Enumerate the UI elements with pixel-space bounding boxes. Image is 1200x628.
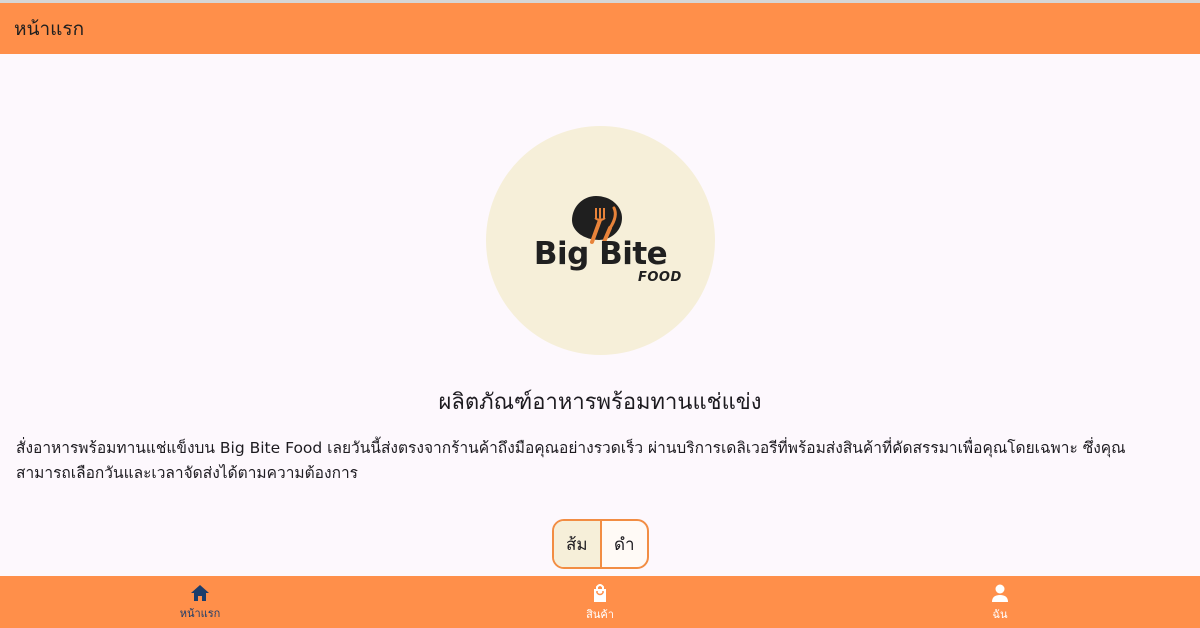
brand-subtitle: FOOD	[638, 270, 682, 285]
description-text: สั่งอาหารพร้อมทานแช่แข็งบน Big Bite Food…	[16, 439, 1126, 482]
theme-option-black[interactable]: ดำ	[602, 521, 648, 567]
page-title: หน้าแรก	[14, 17, 85, 40]
nav-item-products[interactable]: สินค้า	[400, 576, 800, 628]
person-icon	[992, 584, 1008, 602]
nav-label-profile: ฉัน	[992, 608, 1008, 621]
bottom-navigation: หน้าแรก สินค้า ฉัน	[0, 576, 1200, 628]
nav-label-home: หน้าแรก	[179, 607, 221, 620]
nav-item-profile[interactable]: ฉัน	[800, 576, 1200, 628]
brand-name: Big Bite	[533, 236, 668, 272]
brand-logo: Big Bite FOOD	[486, 126, 715, 355]
nav-item-home[interactable]: หน้าแรก	[0, 576, 400, 628]
theme-toggle[interactable]: ส้ม ดำ	[552, 519, 649, 569]
shopping-bag-icon	[594, 584, 606, 602]
nav-label-products: สินค้า	[586, 608, 614, 621]
home-icon	[191, 585, 209, 601]
headline: ผลิตภัณฑ์อาหารพร้อมทานแช่แข่ง	[438, 390, 762, 415]
theme-option-orange[interactable]: ส้ม	[554, 521, 602, 567]
app-bar: หน้าแรก	[0, 0, 1200, 54]
